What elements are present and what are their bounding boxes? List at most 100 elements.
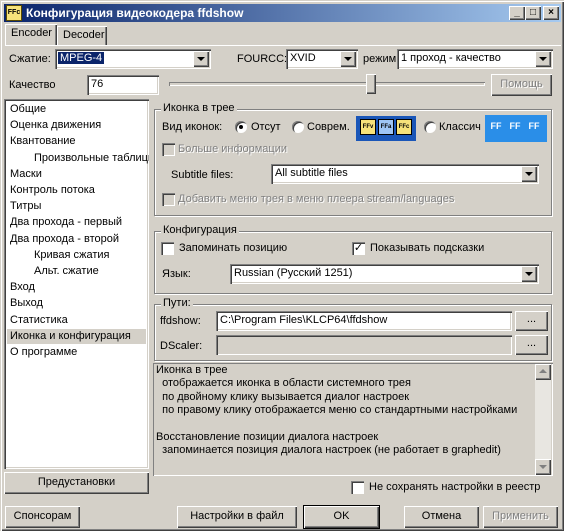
mode-value: 1 проход - качество xyxy=(401,52,501,64)
more-info-label: Больше информации xyxy=(178,143,288,155)
more-info-checkbox[interactable] xyxy=(162,143,175,156)
config-group: Конфигурация xyxy=(154,224,552,294)
quality-slider-thumb[interactable] xyxy=(366,74,377,94)
description-text: Иконка в трее отображается иконка в обла… xyxy=(156,364,517,458)
presets-button[interactable]: Предустановки xyxy=(4,472,149,494)
sponsors-button[interactable]: Спонсорам xyxy=(5,506,80,528)
sidebar-item[interactable]: Квантование xyxy=(10,134,76,149)
close-button[interactable]: × xyxy=(543,6,559,20)
dscaler-path-label: DScaler: xyxy=(160,340,203,352)
sidebar-item[interactable]: Титры xyxy=(10,199,41,214)
sidebar-item[interactable]: Два прохода - первый xyxy=(10,215,122,230)
subtitle-files-select[interactable]: All subtitle files xyxy=(271,164,539,184)
dont-save-checkbox[interactable] xyxy=(351,481,364,494)
dscaler-browse-button[interactable]: ... xyxy=(515,335,548,355)
dscaler-path-input[interactable] xyxy=(216,335,512,355)
radio-none-label: Отсут xyxy=(251,121,281,133)
show-hints-label: Показывать подсказки xyxy=(370,242,485,254)
tab-divider xyxy=(5,45,561,46)
classic-ff-icon: FF xyxy=(490,121,502,131)
radio-classic-label: Классич xyxy=(439,121,481,133)
compression-label: Сжатие: xyxy=(9,53,51,65)
sidebar-item[interactable]: Два прохода - второй xyxy=(10,232,119,247)
description-line: запоминается позиция диалога настроек (н… xyxy=(156,444,501,457)
ok-button[interactable]: OK xyxy=(304,506,379,528)
tab-decoder[interactable]: Decoder xyxy=(57,26,107,46)
tab-encoder[interactable]: Encoder xyxy=(5,24,57,45)
description-line: по правому клику отображается меню со ст… xyxy=(156,404,518,417)
sidebar-item[interactable]: Статистика xyxy=(10,313,68,328)
description-line: Восстановление позиции диалога настроек xyxy=(156,430,379,443)
radio-none[interactable] xyxy=(235,121,247,133)
radio-modern-label: Соврем. xyxy=(307,121,350,133)
language-value: Russian (Русский 1251) xyxy=(234,267,353,279)
sidebar-tree[interactable]: Общие Оценка движения Квантование Произволь… xyxy=(4,99,149,469)
ffc-icon: FFc xyxy=(396,119,412,135)
sidebar-item[interactable]: Маски xyxy=(10,167,42,182)
add-menu-label: Добавить меню трея в меню плеера stream/… xyxy=(178,193,455,205)
language-label: Язык: xyxy=(162,268,191,280)
scroll-down-icon[interactable] xyxy=(535,459,551,475)
sidebar-item[interactable]: Иконка и конфигурация xyxy=(7,328,146,344)
modern-icons-preview: FFv FFa FFc xyxy=(356,116,416,141)
description-line xyxy=(156,418,517,431)
ffdshow-app-icon: FFc xyxy=(6,5,22,21)
paths-group-legend: Пути: xyxy=(161,297,193,309)
title-bar[interactable]: FFc Конфигурация видеокодера ffdshow _ □… xyxy=(4,4,561,22)
tab-encoder-label: Encoder xyxy=(11,27,52,39)
mode-select[interactable]: 1 проход - качество xyxy=(397,49,553,69)
dont-save-label: Не сохранять настройки в реестр xyxy=(369,481,541,493)
sidebar-item[interactable]: Произвольные таблицы xyxy=(34,151,149,166)
show-hints-checkbox[interactable]: ✓ xyxy=(352,242,365,255)
chevron-down-icon[interactable] xyxy=(521,266,537,282)
quality-value: 76 xyxy=(91,78,104,90)
chevron-down-icon[interactable] xyxy=(340,51,356,67)
ffa-icon: FFa xyxy=(378,119,394,135)
tray-group-legend: Иконка в трее xyxy=(161,102,237,114)
chevron-down-icon[interactable] xyxy=(193,51,209,67)
sidebar-item[interactable]: Контроль потока xyxy=(10,183,95,198)
remember-position-checkbox[interactable] xyxy=(161,242,174,255)
config-group-legend: Конфигурация xyxy=(161,224,239,236)
minimize-button[interactable]: _ xyxy=(509,6,525,20)
sidebar-item[interactable]: Оценка движения xyxy=(10,118,101,133)
sidebar-item[interactable]: Общие xyxy=(10,102,46,117)
maximize-button[interactable]: □ xyxy=(525,6,541,20)
scroll-up-icon[interactable] xyxy=(535,364,551,380)
sidebar-item[interactable]: Кривая сжатия xyxy=(34,248,110,263)
sidebar-item[interactable]: Выход xyxy=(10,296,43,311)
ffdshow-path-label: ffdshow: xyxy=(160,315,201,327)
quality-input[interactable]: 76 xyxy=(87,75,159,95)
compression-value: MPEG-4 xyxy=(58,52,105,64)
subtitle-files-label: Subtitle files: xyxy=(171,169,234,181)
help-button[interactable]: Помощь xyxy=(491,74,552,96)
ffdshow-path-input[interactable]: C:\Program Files\KLCP64\ffdshow xyxy=(216,311,512,331)
quality-label: Качество xyxy=(9,79,56,91)
compression-select[interactable]: MPEG-4 xyxy=(55,49,211,69)
description-scrollbar[interactable] xyxy=(535,364,551,475)
ffdshow-browse-button[interactable]: ... xyxy=(515,311,548,331)
quality-slider-track[interactable] xyxy=(169,82,485,86)
radio-modern[interactable] xyxy=(292,121,304,133)
sidebar-item[interactable]: Вход xyxy=(10,280,35,295)
sidebar-item[interactable]: Альт. сжатие xyxy=(34,264,99,279)
window-title: Конфигурация видеокодера ffdshow xyxy=(26,6,244,20)
sidebar-item[interactable]: О программе xyxy=(10,345,77,360)
description-line: отображается иконка в области системного… xyxy=(156,377,411,390)
add-menu-checkbox[interactable] xyxy=(162,193,175,206)
remember-position-label: Запоминать позицию xyxy=(179,242,288,254)
radio-classic[interactable] xyxy=(424,121,436,133)
classic-icons-preview: FF FF FF xyxy=(485,115,547,142)
ffdshow-path-value: C:\Program Files\KLCP64\ffdshow xyxy=(220,314,388,326)
save-to-file-button[interactable]: Настройки в файл xyxy=(177,506,297,528)
chevron-down-icon[interactable] xyxy=(535,51,551,67)
language-select[interactable]: Russian (Русский 1251) xyxy=(230,264,539,284)
tab-decoder-label: Decoder xyxy=(63,29,105,41)
fourcc-select[interactable]: XVID xyxy=(286,49,358,69)
chevron-down-icon[interactable] xyxy=(521,166,537,182)
cancel-button[interactable]: Отмена xyxy=(404,506,479,528)
apply-button[interactable]: Применить xyxy=(483,506,558,528)
fourcc-value: XVID xyxy=(290,52,316,64)
description-line: по двойному клику вызывается диалог наст… xyxy=(156,390,410,403)
classic-ff-icon: FF xyxy=(528,121,540,131)
